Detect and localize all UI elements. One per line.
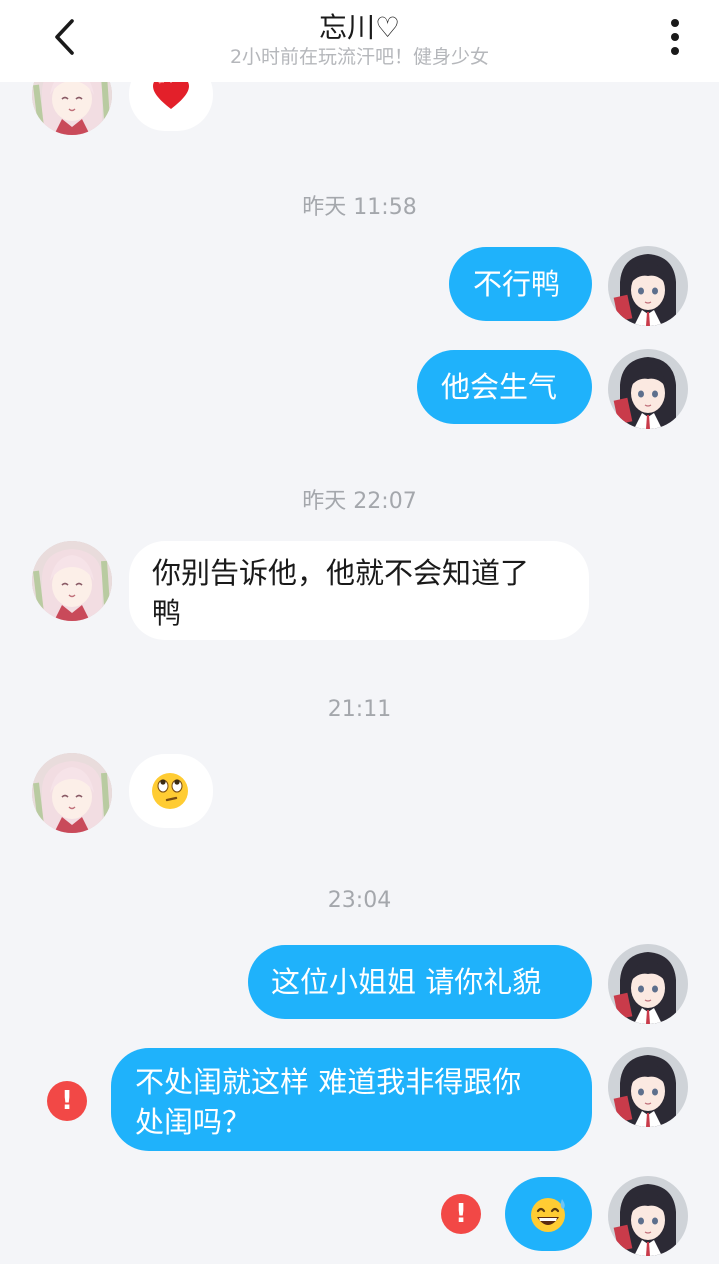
- more-button[interactable]: [650, 12, 700, 62]
- timestamp: 23:04: [327, 888, 392, 913]
- message-text-line: 不处闺就这样 难道我非得跟你: [135, 1065, 522, 1099]
- grin-sweat-emoji: [531, 1198, 565, 1232]
- my-avatar[interactable]: [608, 1047, 688, 1127]
- message-bubble[interactable]: 这位小姐姐 请你礼貌: [248, 945, 592, 1019]
- my-avatar[interactable]: [608, 944, 688, 1024]
- heart-emoji: [153, 78, 189, 109]
- message-bubble[interactable]: 不处闺就这样 难道我非得跟你 处闺吗？: [111, 1048, 592, 1151]
- send-failed-icon[interactable]: !: [441, 1194, 481, 1234]
- more-vertical-icon: [671, 19, 679, 55]
- eye-roll-emoji: [152, 773, 188, 809]
- my-avatar[interactable]: [608, 349, 688, 429]
- chat-header: 忘川♡ 2小时前在玩流汗吧！健身少女: [0, 0, 719, 82]
- message-bubble[interactable]: [129, 754, 213, 828]
- contact-avatar[interactable]: [32, 541, 112, 621]
- my-avatar[interactable]: [608, 246, 688, 326]
- chat-status: 2小时前在玩流汗吧！健身少女: [229, 46, 490, 68]
- contact-avatar[interactable]: [32, 753, 112, 833]
- chat-title: 忘川♡: [318, 11, 401, 44]
- timestamp: 21:11: [327, 697, 392, 722]
- message-text-line: 处闺吗？: [135, 1105, 252, 1139]
- message-bubble[interactable]: 你别告诉他，他就不会知道了 鸭: [129, 541, 589, 640]
- message-bubble[interactable]: [505, 1177, 592, 1251]
- timestamp: 昨天 22:07: [302, 489, 417, 514]
- my-avatar[interactable]: [608, 1176, 688, 1256]
- timestamp: 昨天 11:58: [302, 195, 417, 220]
- message-text-line: 鸭: [152, 596, 182, 630]
- send-failed-icon[interactable]: !: [47, 1081, 87, 1121]
- message-text-line: 你别告诉他，他就不会知道了: [152, 556, 530, 590]
- message-bubble[interactable]: 不行鸭: [449, 247, 592, 321]
- message-bubble[interactable]: 他会生气: [417, 350, 592, 424]
